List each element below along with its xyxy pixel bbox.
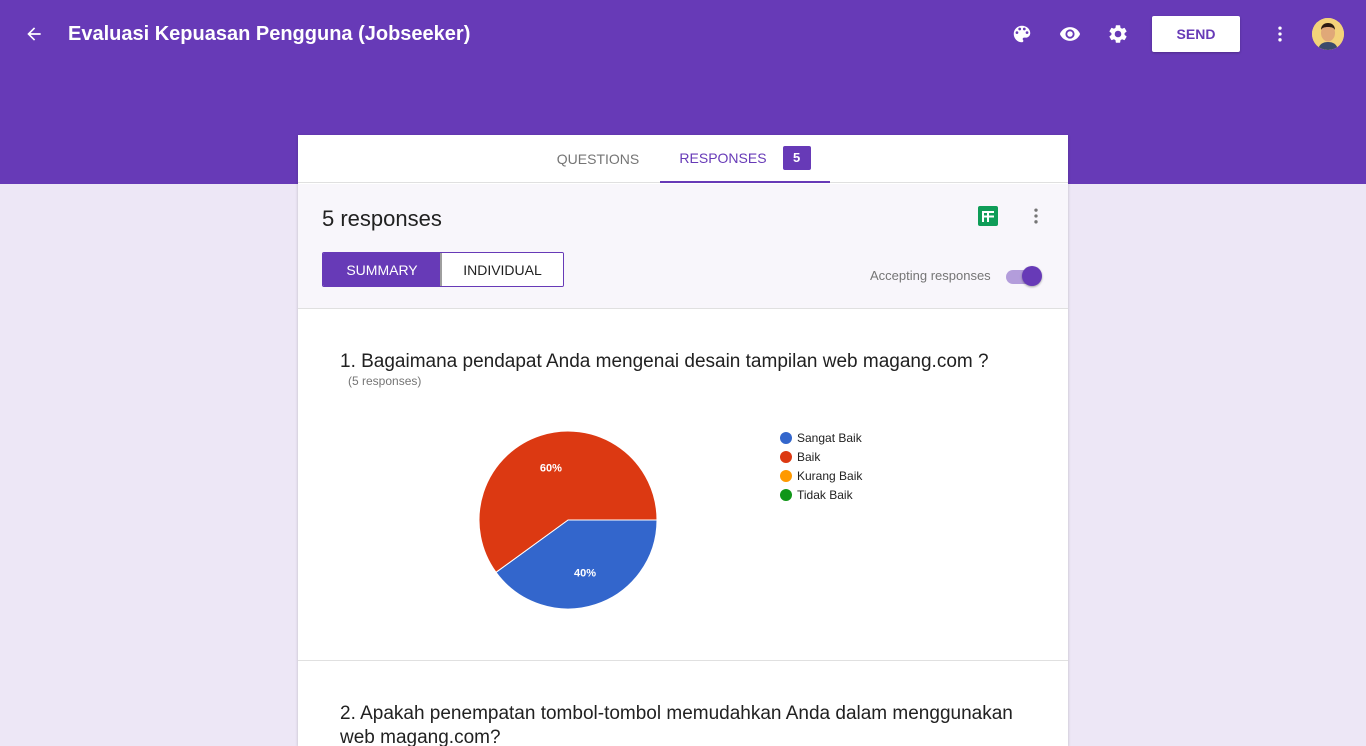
legend-label: Baik xyxy=(797,449,821,464)
accepting-responses-label: Accepting responses xyxy=(870,268,991,283)
preview-eye-icon[interactable] xyxy=(1056,20,1084,48)
send-button[interactable]: SEND xyxy=(1152,16,1240,52)
question-response-count: (5 responses) xyxy=(348,374,422,388)
pie-data-label: 40% xyxy=(574,567,596,579)
legend-item: Sangat Baik xyxy=(780,428,862,447)
chart-legend: Sangat Baik Baik Kurang Baik Tidak Baik xyxy=(780,428,862,504)
question-title: 2. Apakah penempatan tombol-tombol memud… xyxy=(340,703,1013,746)
settings-gear-icon[interactable] xyxy=(1104,20,1132,48)
pie-chart: 40% 60% xyxy=(448,400,668,620)
toggle-knob xyxy=(1022,266,1042,286)
form-title: Evaluasi Kepuasan Pengguna (Jobseeker) xyxy=(68,23,471,45)
tab-questions[interactable]: QUESTIONS xyxy=(556,135,640,183)
responses-count-badge: 5 xyxy=(782,146,811,170)
legend-swatch xyxy=(780,488,792,501)
responses-count: 5 responses xyxy=(322,206,442,231)
question-summary-1: 1. Bagaimana pendapat Anda mengenai desa… xyxy=(298,310,1068,661)
summary-button[interactable]: SUMMARY xyxy=(323,253,441,286)
legend-item: Kurang Baik xyxy=(780,466,862,485)
individual-button[interactable]: INDIVIDUAL xyxy=(440,253,563,286)
pie-chart-svg: 40% 60% xyxy=(478,430,658,610)
tab-responses[interactable]: RESPONSES 5 xyxy=(660,135,830,183)
pie-data-label: 60% xyxy=(540,463,562,475)
google-sheets-icon[interactable] xyxy=(976,204,1000,228)
question-title: 1. Bagaimana pendapat Anda mengenai desa… xyxy=(340,351,989,372)
legend-label: Kurang Baik xyxy=(797,468,863,483)
tab-questions-label: QUESTIONS xyxy=(556,151,640,167)
accepting-responses-toggle[interactable] xyxy=(1006,265,1042,287)
view-toggle: SUMMARY INDIVIDUAL xyxy=(322,252,564,287)
back-arrow-icon[interactable] xyxy=(20,20,48,48)
responses-header: 5 responses SUMMARY INDIVIDUAL Accepting… xyxy=(298,184,1068,309)
responses-more-vert-icon[interactable] xyxy=(1024,204,1048,228)
legend-swatch xyxy=(780,469,792,482)
legend-item: Tidak Baik xyxy=(780,485,862,504)
responses-card: QUESTIONS RESPONSES 5 5 responses SUMMAR… xyxy=(298,135,1068,746)
legend-label: Sangat Baik xyxy=(797,430,862,445)
legend-swatch xyxy=(780,431,792,444)
legend-label: Tidak Baik xyxy=(797,487,853,502)
tab-bar: QUESTIONS RESPONSES 5 xyxy=(298,135,1068,183)
tab-responses-label: RESPONSES xyxy=(679,150,767,166)
legend-item: Baik xyxy=(780,447,862,466)
question-summary-2: 2. Apakah penempatan tombol-tombol memud… xyxy=(298,662,1068,746)
more-vert-icon[interactable] xyxy=(1266,20,1294,48)
legend-swatch xyxy=(780,450,792,463)
palette-icon[interactable] xyxy=(1008,20,1036,48)
user-avatar[interactable] xyxy=(1312,18,1344,50)
